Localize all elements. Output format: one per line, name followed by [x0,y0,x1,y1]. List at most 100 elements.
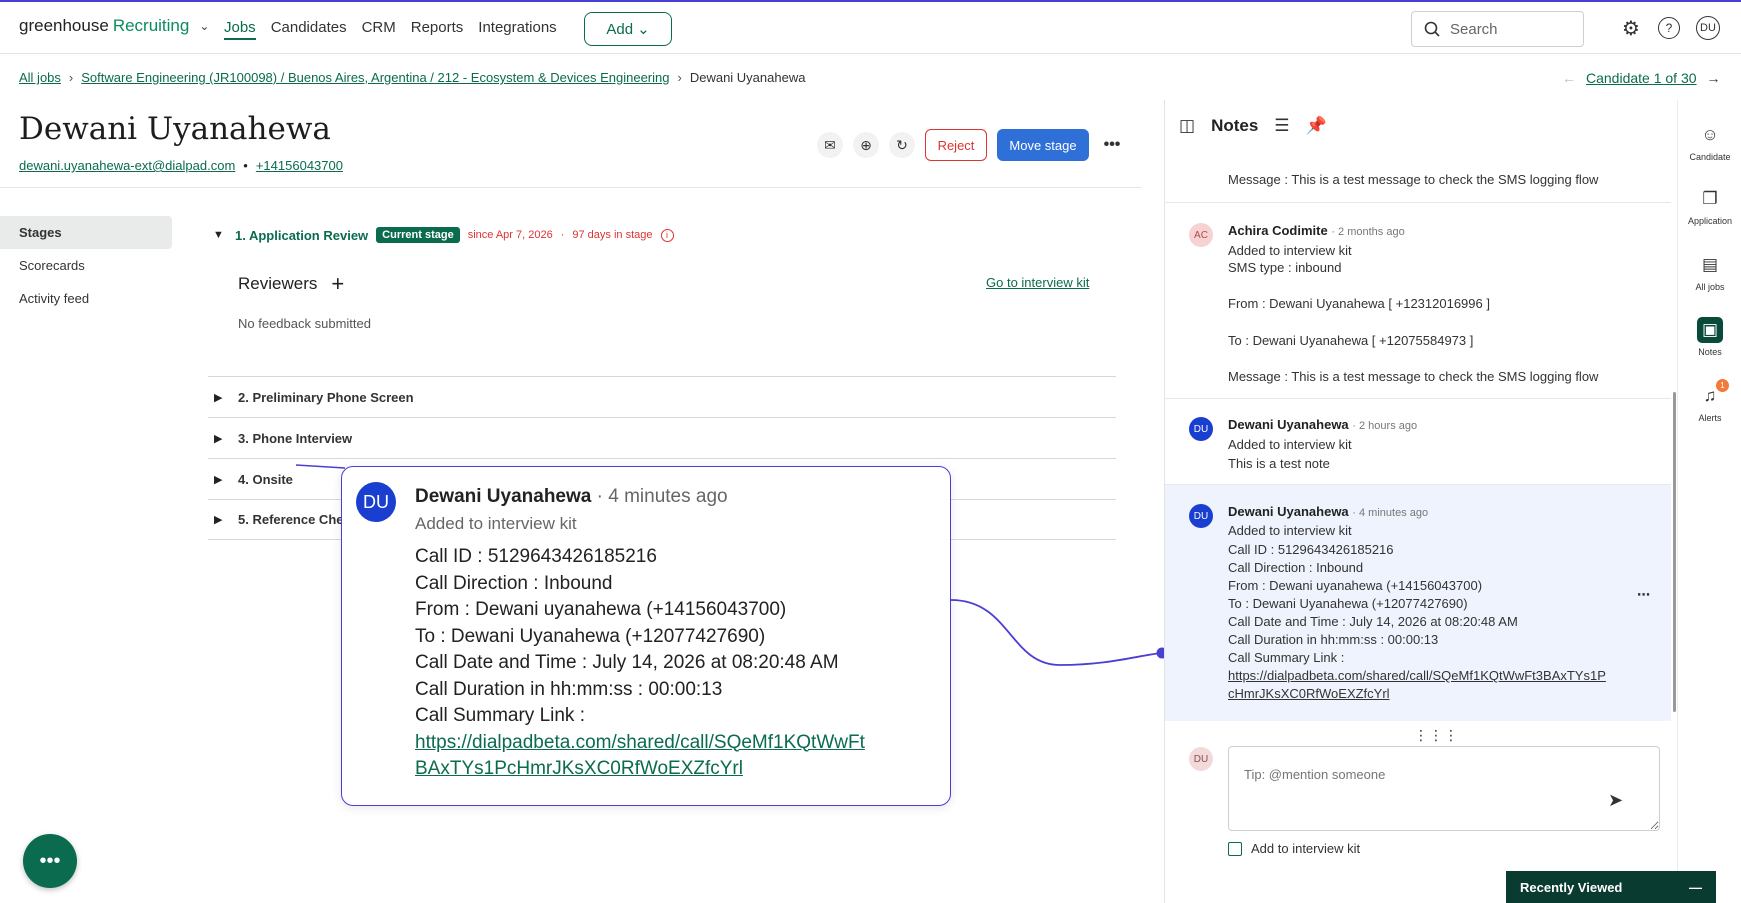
add-circle-icon[interactable]: ⊕ [853,132,879,158]
note-compose-input[interactable] [1228,746,1660,831]
rail-label: Alerts [1698,413,1722,423]
rail-application[interactable]: ❐ Application [1678,186,1741,226]
breadcrumb-all-jobs[interactable]: All jobs [19,70,61,85]
leftnav-scorecards[interactable]: Scorecards [0,249,172,282]
caret-right-icon[interactable]: ▶ [214,473,228,486]
rail-all-jobs[interactable]: ▤ All jobs [1678,252,1741,292]
note-author: Dewani Uyanahewa [1228,417,1349,432]
header-divider [0,187,1142,188]
collapse-panel-icon[interactable]: ◫ [1179,116,1195,136]
candidate-name: Dewani Uyanahewa [19,111,331,147]
stage-name: 4. Onsite [238,471,293,487]
rail-label: All jobs [1695,282,1725,292]
caret-down-icon[interactable]: ▼ [213,229,227,241]
chevron-down-icon[interactable]: ⌄ [199,19,209,33]
stage-name: 2. Preliminary Phone Screen [238,389,414,405]
popover-heading: Dewani Uyanahewa · 4 minutes ago [415,486,728,508]
compose-avatar: DU [1189,747,1213,771]
call-summary-link-part2[interactable]: BAxTYs1PcHmrJKsXC0RfWoEXZfcYrl [415,756,865,783]
leftnav-stages[interactable]: Stages [0,216,172,249]
candidate-pager: ← Candidate 1 of 30 → [1562,70,1721,86]
notes-list[interactable]: Message : This is a test message to chec… [1165,152,1671,724]
note-line: Call Summary Link : [1228,650,1345,665]
caret-right-icon[interactable]: ▶ [214,391,228,404]
more-options-icon[interactable]: ••• [1099,132,1125,158]
rail-notes[interactable]: ▣ Notes [1678,317,1741,357]
add-to-kit-checkbox[interactable] [1228,841,1242,856]
help-icon[interactable]: ? [1658,17,1680,39]
right-rail: ☺ Candidate ❐ Application ▤ All jobs ▣ N… [1677,100,1741,903]
rail-alerts[interactable]: ♫ 1 Alerts [1678,379,1741,423]
reviewers-label: Reviewers [238,274,318,293]
rail-label: Candidate [1689,152,1731,162]
send-icon[interactable]: ➤ [1608,790,1623,811]
refresh-icon[interactable]: ↻ [889,132,915,158]
call-summary-link-part1[interactable]: https://dialpadbeta.com/shared/call/SQeM… [415,730,865,757]
logo-main: greenhouse [19,16,109,35]
scrollbar-thumb[interactable] [1673,392,1676,712]
user-avatar[interactable]: DU [1696,16,1720,40]
stage-row[interactable]: ▶ 3. Phone Interview [208,417,1116,458]
main-nav: Jobs Candidates CRM Reports Integrations [224,19,557,40]
candidate-actions: ✉ ⊕ ↻ Reject Move stage ••• [817,129,1125,161]
app-logo[interactable]: greenhouse Recruiting ⌄ [19,16,209,36]
chat-icon: ••• [39,849,61,872]
logo-sub: Recruiting [112,16,190,35]
drag-handle-icon[interactable]: ⋮⋮⋮ [1414,727,1459,744]
note-line: Call Duration in hh:mm:ss : 00:00:13 [1228,632,1439,647]
nav-crm[interactable]: CRM [362,19,396,40]
stage-name: 3. Phone Interview [238,430,353,446]
gear-icon[interactable]: ⚙ [1620,17,1642,40]
stage-current-header[interactable]: ▼ 1. Application Review Current stage si… [213,227,674,243]
person-icon: ☺ [1701,125,1719,144]
rail-label: Notes [1698,347,1722,357]
note-line: Call Direction : Inbound [1228,560,1364,575]
rail-label: Application [1687,216,1733,226]
info-icon[interactable]: i [660,228,674,242]
author-avatar: DU [1189,504,1213,528]
caret-right-icon[interactable]: ▶ [214,432,228,445]
leftnav-activity-feed[interactable]: Activity feed [0,282,172,315]
email-icon[interactable]: ✉ [817,132,843,158]
filter-icon[interactable]: ☰ [1274,116,1289,136]
candidate-phone[interactable]: +14156043700 [256,158,343,173]
alerts-count-badge: 1 [1716,379,1729,392]
note-line: Call Duration in hh:mm:ss : 00:00:13 [415,678,723,700]
candidate-email[interactable]: dewani.uyanahewa-ext@dialpad.com [19,158,235,173]
minimize-icon[interactable]: — [1689,880,1702,895]
note-time: · 2 hours ago [1352,420,1418,432]
note-line: Call ID : 5129643426185216 [1228,542,1394,557]
candidate-pager-label[interactable]: Candidate 1 of 30 [1586,70,1697,86]
search-input[interactable]: Search [1411,11,1584,47]
call-summary-link-part2[interactable]: cHmrJKsXC0RfWoEXZfcYrl [1228,686,1390,701]
nav-candidates[interactable]: Candidates [271,19,347,40]
note-line: SMS type : inbound [1228,260,1342,275]
call-summary-link-part1[interactable]: https://dialpadbeta.com/shared/call/SQeM… [1228,668,1606,683]
briefcase-icon: ▤ [1701,255,1719,274]
note-line: To : Dewani Uyanahewa (+12077427690) [1228,596,1468,611]
caret-right-icon[interactable]: ▶ [214,513,228,526]
arrow-left-icon[interactable]: ← [1562,70,1576,86]
nav-jobs[interactable]: Jobs [224,19,256,40]
reject-button[interactable]: Reject [925,129,987,161]
note-line: Call Date and Time : July 14, 2026 at 08… [415,652,839,673]
rail-candidate[interactable]: ☺ Candidate [1678,122,1741,162]
arrow-right-icon[interactable]: → [1707,70,1721,86]
chat-support-button[interactable]: ••• [23,834,77,888]
nav-reports[interactable]: Reports [411,19,464,40]
go-to-interview-kit-link[interactable]: Go to interview kit [986,275,1089,290]
add-to-kit-checkbox-row[interactable]: Add to interview kit [1228,841,1360,856]
note-subtitle: Added to interview kit [1228,243,1352,258]
pin-icon[interactable]: 📌 [1306,116,1327,136]
add-reviewer-icon[interactable]: + [331,271,344,297]
move-stage-button[interactable]: Move stage [997,129,1089,161]
nav-integrations[interactable]: Integrations [478,19,556,40]
recently-viewed-bar[interactable]: Recently Viewed — [1506,871,1716,903]
note-time: · 2 months ago [1331,226,1405,238]
no-feedback-text: No feedback submitted [238,316,371,331]
note-more-icon[interactable]: ⋯ [1637,587,1650,603]
add-button[interactable]: Add ⌄ [584,12,672,46]
breadcrumb-job[interactable]: Software Engineering (JR100098) / Buenos… [81,70,669,85]
stage-row[interactable]: ▶ 2. Preliminary Phone Screen [208,376,1116,417]
note-line: To : Dewani Uyanahewa (+12077427690) [415,625,766,647]
